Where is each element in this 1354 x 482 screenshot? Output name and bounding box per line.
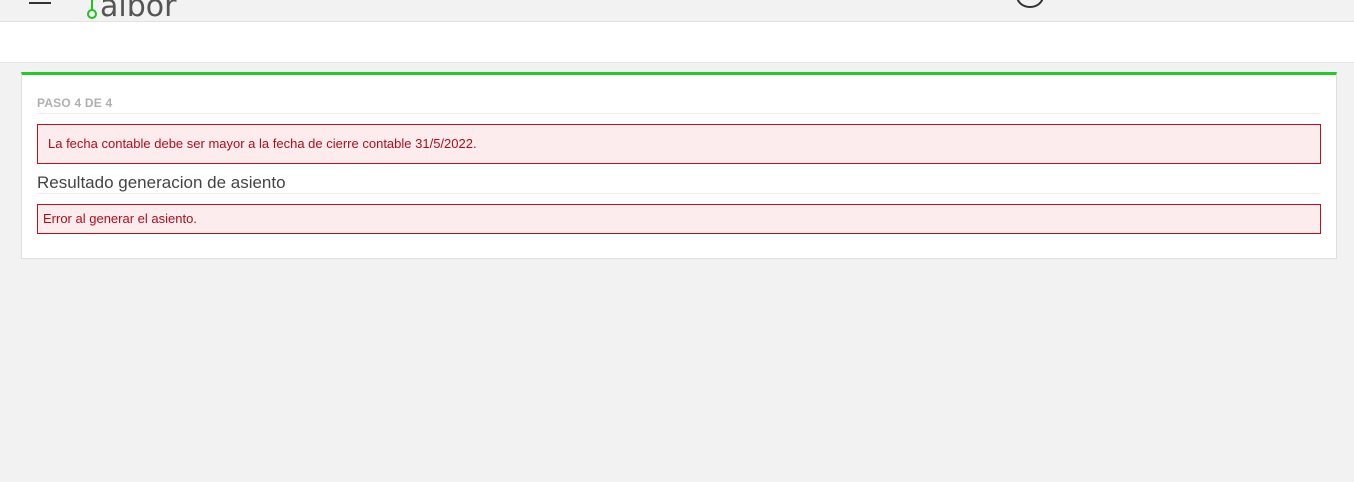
step-divider <box>37 113 1321 114</box>
wizard-step-card: PASO 4 DE 4 La fecha contable debe ser m… <box>21 72 1337 259</box>
hamburger-menu-icon[interactable] <box>29 0 51 4</box>
date-error-text: La fecha contable debe ser mayor a la fe… <box>48 136 477 151</box>
top-navbar: albor <box>0 0 1354 22</box>
logo-text: albor <box>100 0 177 22</box>
result-error-alert: Error al generar el asiento. <box>37 204 1321 234</box>
result-divider <box>37 193 1321 194</box>
app-logo[interactable]: albor <box>86 0 177 22</box>
user-avatar-icon[interactable] <box>1016 0 1044 8</box>
page-subheader <box>0 22 1354 63</box>
logo-mark-icon <box>86 0 100 21</box>
step-indicator: PASO 4 DE 4 <box>37 96 113 110</box>
result-error-text: Error al generar el asiento. <box>43 211 197 226</box>
result-section-title: Resultado generacion de asiento <box>37 173 286 192</box>
date-error-alert: La fecha contable debe ser mayor a la fe… <box>37 124 1321 164</box>
